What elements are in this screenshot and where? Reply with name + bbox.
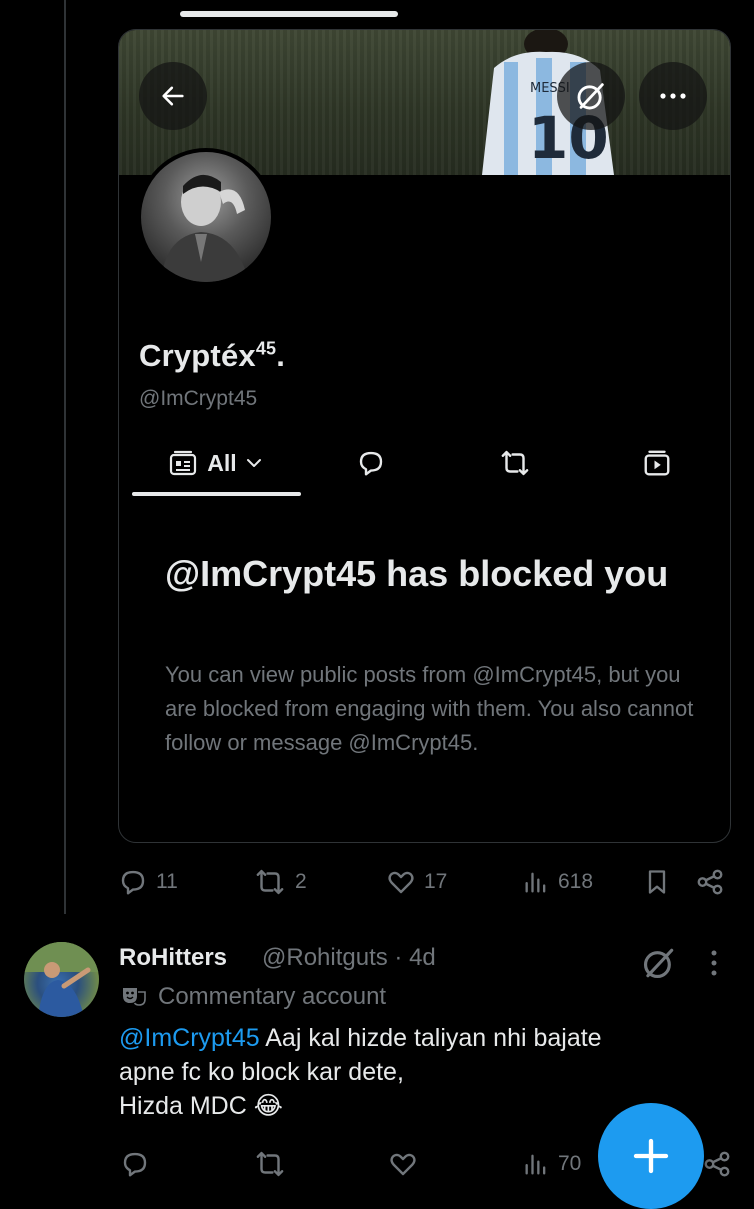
reply-account-label: Commentary account bbox=[120, 983, 386, 1011]
arrow-left-icon bbox=[162, 86, 184, 106]
profile-display-name: Cryptéx45. bbox=[139, 338, 286, 373]
slash-circle-icon bbox=[643, 948, 674, 979]
reply-avatar-image bbox=[24, 942, 99, 1017]
tab-all[interactable]: All bbox=[131, 430, 301, 496]
reply-views-count: 70 bbox=[558, 1152, 582, 1175]
like-action[interactable]: 17 bbox=[386, 864, 447, 900]
media-icon bbox=[644, 450, 670, 476]
reply-mention[interactable]: @ImCrypt45 bbox=[119, 1024, 260, 1052]
reply-author-name[interactable]: RoHitters bbox=[119, 944, 227, 972]
feed-icon bbox=[170, 450, 197, 476]
more-options-button[interactable] bbox=[639, 62, 707, 130]
heart-icon bbox=[388, 871, 414, 894]
blocked-description: You can view public posts from @ImCrypt4… bbox=[165, 662, 694, 755]
reply-count: 11 bbox=[156, 870, 178, 893]
reply-grok-button[interactable] bbox=[640, 944, 678, 987]
chevron-down-icon bbox=[246, 459, 261, 467]
profile-avatar[interactable] bbox=[137, 148, 275, 286]
views-count: 618 bbox=[558, 870, 594, 893]
bookmark-icon bbox=[648, 870, 666, 894]
reply-label-text: Commentary account bbox=[158, 983, 387, 1010]
blocked-title: @ImCrypt45 has blocked you bbox=[165, 553, 669, 594]
heart-icon bbox=[390, 1153, 416, 1176]
views-action[interactable]: 618 bbox=[522, 864, 593, 900]
repost-icon bbox=[256, 869, 284, 895]
profile-tabs: All bbox=[119, 430, 730, 498]
reply-more-button[interactable] bbox=[708, 948, 720, 983]
grok-button[interactable] bbox=[557, 62, 625, 130]
tab-all-label: All bbox=[207, 449, 237, 476]
repost-icon bbox=[256, 1151, 284, 1177]
share-icon bbox=[697, 869, 723, 895]
plus-icon bbox=[633, 1138, 669, 1174]
avatar-person-image bbox=[161, 174, 249, 282]
reply-views-action[interactable]: 70 bbox=[522, 1146, 581, 1182]
bookmark-action[interactable] bbox=[643, 864, 671, 900]
slash-circle-icon bbox=[577, 83, 604, 110]
thread-line bbox=[64, 0, 66, 914]
reply-action[interactable]: 11 bbox=[118, 864, 178, 900]
back-button[interactable] bbox=[139, 62, 207, 130]
reply-icon bbox=[121, 870, 145, 895]
profile-handle: @ImCrypt45 bbox=[139, 387, 258, 410]
reply-like-action[interactable] bbox=[388, 1146, 418, 1182]
tab-replies[interactable] bbox=[341, 430, 401, 496]
views-chart-icon bbox=[525, 872, 546, 893]
tab-media[interactable] bbox=[627, 430, 687, 496]
reply-icon bbox=[123, 1152, 147, 1177]
reply-repost-action[interactable] bbox=[253, 1146, 287, 1182]
more-vertical-icon bbox=[711, 950, 717, 976]
reply-share-action[interactable] bbox=[702, 1146, 732, 1182]
tab-active-indicator bbox=[132, 492, 301, 496]
compose-button[interactable] bbox=[598, 1103, 704, 1209]
reply-reply-action[interactable] bbox=[120, 1146, 150, 1182]
tab-reposts[interactable] bbox=[485, 430, 545, 496]
reply-text-line3: Hizda MDC 😂 bbox=[119, 1092, 283, 1120]
reply-text-line1: Aaj kal hizde taliyan nhi bajate bbox=[259, 1024, 602, 1052]
more-dots-icon bbox=[660, 93, 686, 99]
like-count: 17 bbox=[424, 870, 448, 893]
share-action[interactable] bbox=[695, 864, 725, 900]
theater-masks-icon bbox=[123, 988, 146, 1006]
embedded-profile-card[interactable]: MESSI 10 Cryptéx45. @ImCrypt45 All @ImCr… bbox=[118, 29, 731, 843]
share-icon bbox=[704, 1151, 730, 1177]
reply-text-line2: apne fc ko block kar dete, bbox=[119, 1058, 404, 1086]
repost-action[interactable]: 2 bbox=[253, 864, 307, 900]
reply-avatar[interactable] bbox=[24, 942, 99, 1017]
repost-count: 2 bbox=[295, 870, 307, 893]
repost-icon bbox=[501, 450, 529, 476]
reply-bubble-icon bbox=[359, 451, 383, 476]
home-indicator bbox=[180, 11, 398, 17]
reply-author-handle[interactable]: @Rohitguts · 4d bbox=[262, 944, 436, 972]
views-chart-icon bbox=[525, 1154, 546, 1175]
